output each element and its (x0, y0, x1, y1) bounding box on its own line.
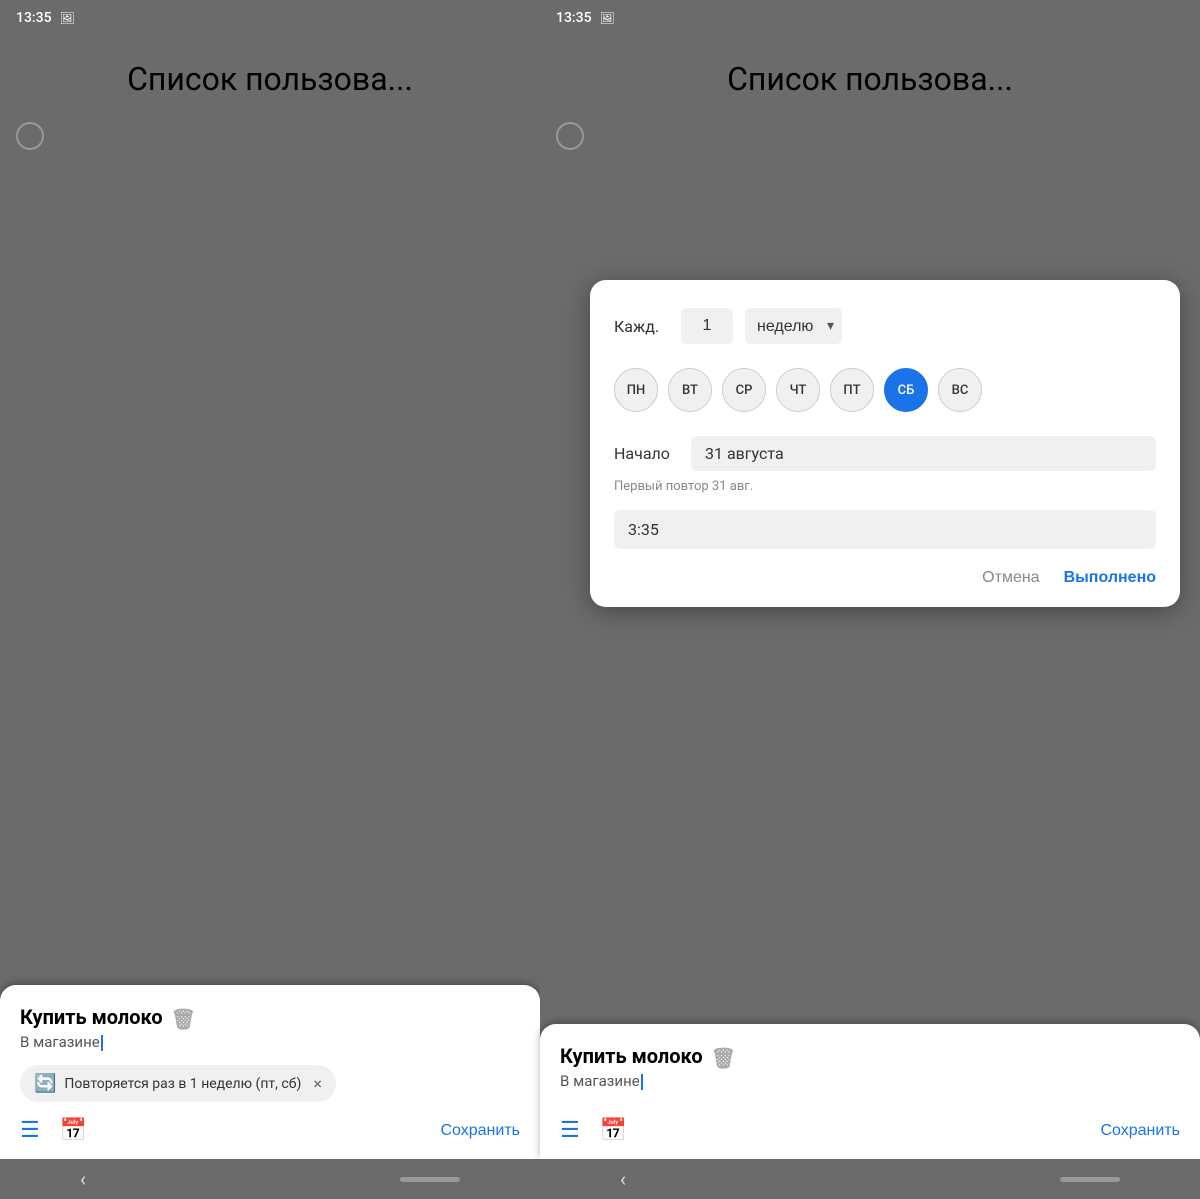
start-label: Начало (614, 444, 679, 463)
day-btn-sb[interactable]: СБ (884, 368, 928, 412)
toolbar-icons-right: ☰ 📅 (560, 1118, 627, 1143)
bottom-nav-right: ‹ (540, 1159, 1200, 1199)
card-toolbar-left: ☰ 📅 Сохранить (20, 1118, 520, 1143)
status-icons-right: 🖼 (600, 11, 615, 25)
toolbar-icons-left: ☰ 📅 (20, 1118, 87, 1143)
radio-button-left[interactable] (16, 122, 44, 150)
page-title-right: Список пользова... (540, 36, 1200, 114)
day-btn-pn[interactable]: ПН (614, 368, 658, 412)
status-bar-right: 13:35 🖼 (540, 0, 1200, 36)
interval-row: Кажд. неделю день месяц год (614, 308, 1156, 344)
status-bar-left: 13:35 🖼 (0, 0, 540, 36)
each-label: Кажд. (614, 317, 669, 336)
day-btn-sr[interactable]: СР (722, 368, 766, 412)
time-left: 13:35 (16, 10, 52, 26)
bottom-card-right: Купить молоко 🗑 В магазине ☰ 📅 Сохранить (540, 1024, 1200, 1159)
cancel-button[interactable]: Отмена (982, 569, 1039, 587)
left-screen: 13:35 🖼 Список пользова... Купить молоко… (0, 0, 540, 1199)
card-title-left: Купить молоко 🗑 (20, 1005, 520, 1029)
day-btn-cht[interactable]: ЧТ (776, 368, 820, 412)
day-btn-pt[interactable]: ПТ (830, 368, 874, 412)
image-icon-right: 🖼 (600, 11, 615, 25)
time-right: 13:35 (556, 10, 592, 26)
radio-button-right[interactable] (556, 122, 584, 150)
interval-input[interactable] (681, 308, 733, 344)
card-title-right: Купить молоко 🗑 (560, 1044, 1180, 1068)
trash-icon-right[interactable]: 🗑 (711, 1046, 731, 1066)
day-buttons-row: ПН ВТ СР ЧТ ПТ СБ ВС (614, 368, 1156, 412)
image-icon-left: 🖼 (60, 11, 75, 25)
repeat-chip-left[interactable]: 🔄 Повторяется раз в 1 неделю (пт, сб) × (20, 1065, 336, 1102)
card-subtitle-right: В магазине (560, 1072, 1180, 1090)
card-title-text-left: Купить молоко (20, 1005, 163, 1029)
status-icons-left: 🖼 (60, 11, 75, 25)
start-value[interactable]: 31 августа (691, 436, 1156, 471)
dialog-actions: Отмена Выполнено (614, 569, 1156, 587)
menu-icon-right[interactable]: ☰ (560, 1118, 580, 1143)
right-screen: 13:35 🖼 Список пользова... Кажд. неделю … (540, 0, 1200, 1199)
calendar-icon-left[interactable]: 📅 (60, 1118, 87, 1143)
save-button-left[interactable]: Сохранить (440, 1122, 520, 1140)
save-button-right[interactable]: Сохранить (1100, 1122, 1180, 1140)
page-title-left: Список пользова... (0, 36, 540, 114)
day-btn-vt[interactable]: ВТ (668, 368, 712, 412)
day-btn-vs[interactable]: ВС (938, 368, 982, 412)
period-select-wrapper: неделю день месяц год (745, 308, 842, 344)
repeat-icon-left: 🔄 (34, 1073, 56, 1094)
card-subtitle-left: В магазине (20, 1033, 520, 1051)
time-input[interactable]: 3:35 (614, 510, 1156, 549)
repeat-dialog: Кажд. неделю день месяц год ПН ВТ СР ЧТ … (590, 280, 1180, 607)
repeat-chip-text-left: Повторяется раз в 1 неделю (пт, сб) (64, 1076, 301, 1092)
period-select[interactable]: неделю день месяц год (745, 308, 842, 344)
card-toolbar-right: ☰ 📅 Сохранить (560, 1118, 1180, 1143)
trash-icon-left[interactable]: 🗑 (171, 1007, 191, 1027)
bottom-card-left: Купить молоко 🗑 В магазине 🔄 Повторяется… (0, 985, 540, 1159)
back-button-left[interactable]: ‹ (80, 1167, 86, 1191)
chip-close-left[interactable]: × (313, 1074, 322, 1093)
card-title-text-right: Купить молоко (560, 1044, 703, 1068)
done-button[interactable]: Выполнено (1064, 569, 1156, 587)
calendar-icon-right[interactable]: 📅 (600, 1118, 627, 1143)
nav-pill-right (1060, 1177, 1120, 1182)
nav-pill-left (400, 1177, 460, 1182)
bottom-nav-left: ‹ (0, 1159, 540, 1199)
start-date-row: Начало 31 августа (614, 436, 1156, 471)
menu-icon-left[interactable]: ☰ (20, 1118, 40, 1143)
first-repeat-text: Первый повтор 31 авг. (614, 479, 1156, 494)
back-button-right[interactable]: ‹ (620, 1167, 626, 1191)
